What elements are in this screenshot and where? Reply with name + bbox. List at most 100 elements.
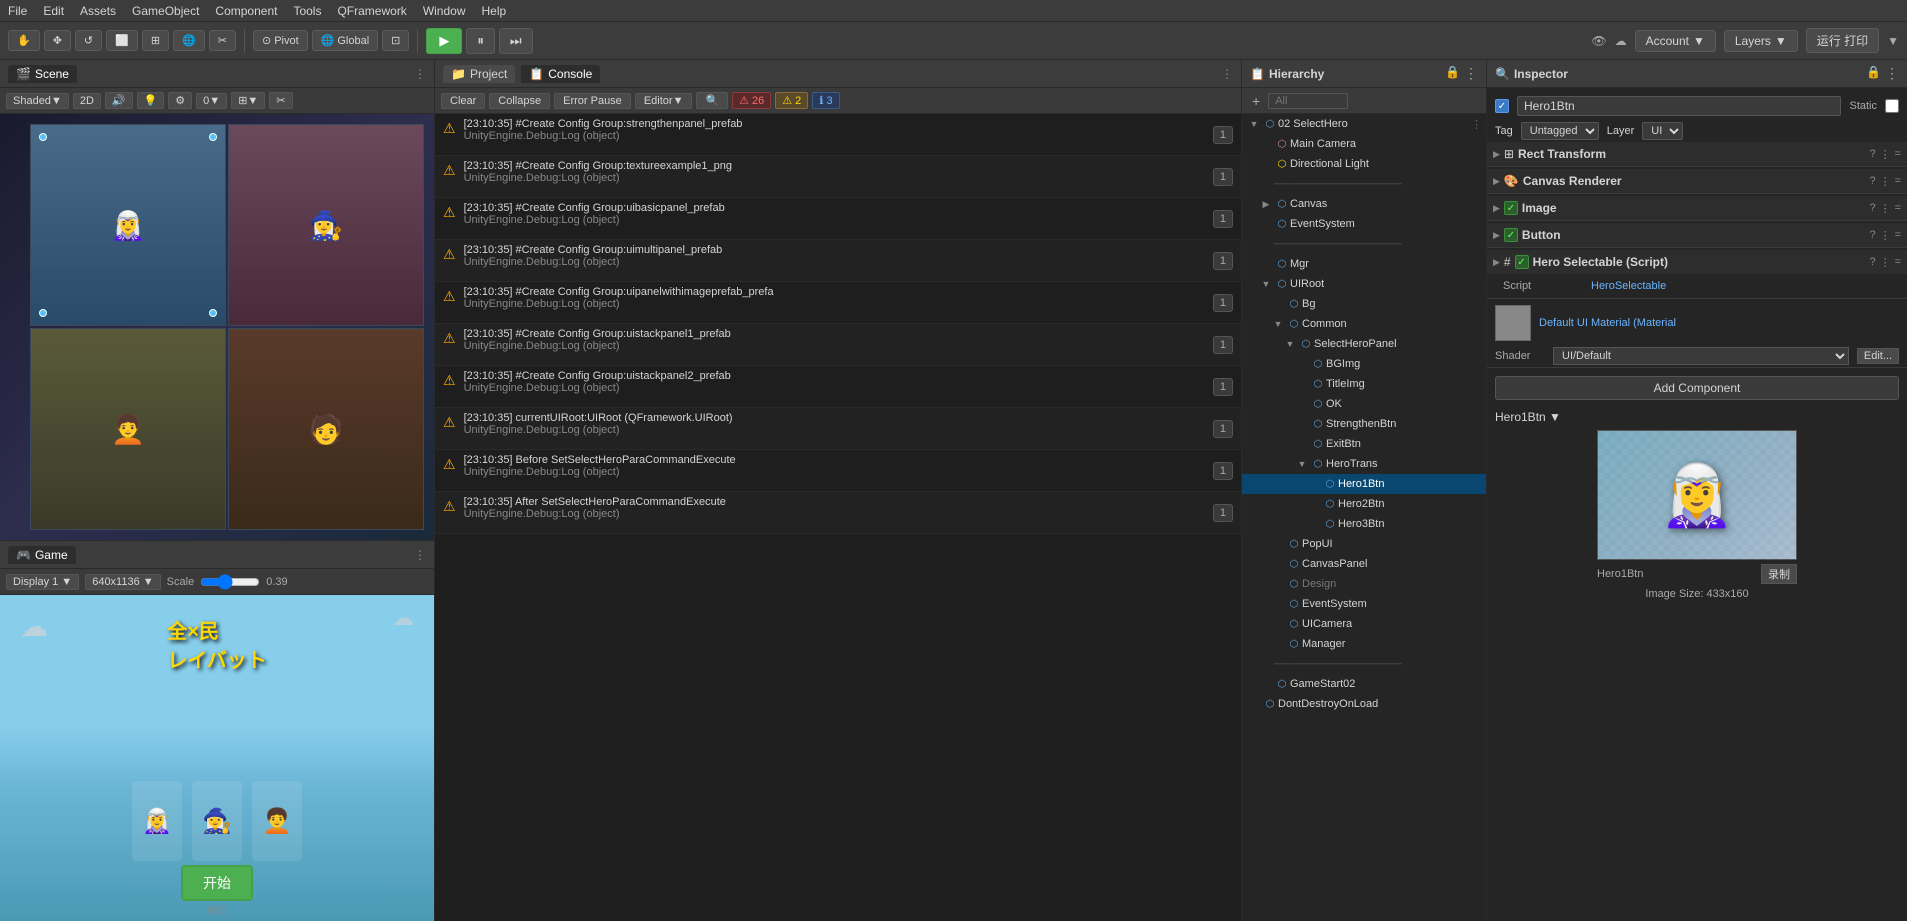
hero-selectable-header[interactable]: ▶ # ✓ Hero Selectable (Script) ? ⋮ =	[1487, 250, 1907, 274]
hierarchy-item-19[interactable]: ⬡ Hero3Btn	[1242, 514, 1486, 534]
hero-selectable-help-icon[interactable]: ?	[1869, 256, 1875, 269]
hierarchy-item-10[interactable]: ▼ ⬡ SelectHeroPanel	[1242, 334, 1486, 354]
error-pause-button[interactable]: Error Pause	[554, 93, 631, 109]
hierarchy-item-4[interactable]: ⬡ EventSystem	[1242, 214, 1486, 234]
global-button[interactable]: 🌐 Global	[312, 30, 379, 51]
hierarchy-add-button[interactable]: +	[1248, 93, 1264, 109]
canvas-renderer-help-icon[interactable]: ?	[1869, 175, 1875, 188]
hierarchy-item-23[interactable]: ⬡ EventSystem	[1242, 594, 1486, 614]
handle-br[interactable]	[209, 309, 217, 317]
menu-assets[interactable]: Assets	[80, 4, 116, 18]
hierarchy-item-25[interactable]: ⬡ Manager	[1242, 634, 1486, 654]
hierarchy-more-icon[interactable]: ⋮	[1464, 65, 1478, 82]
error-badge[interactable]: ⚠ 26	[732, 92, 771, 109]
canvas-renderer-header[interactable]: ▶ 🎨 Canvas Renderer ? ⋮ =	[1487, 169, 1907, 193]
hierarchy-item-0[interactable]: ⬡ Main Camera	[1242, 134, 1486, 154]
tag-select[interactable]: Untagged	[1521, 122, 1599, 140]
edit-shader-button[interactable]: Edit...	[1857, 348, 1899, 364]
game-panel-more[interactable]: ⋮	[414, 548, 426, 562]
account-button[interactable]: Account ▼	[1635, 30, 1716, 52]
handle-tr[interactable]	[209, 133, 217, 141]
menu-file[interactable]: File	[8, 4, 27, 18]
hierarchy-item-9[interactable]: ▼ ⬡ Common	[1242, 314, 1486, 334]
run-print-button[interactable]: 运行 打印	[1806, 28, 1879, 53]
hierarchy-item-21[interactable]: ⬡ CanvasPanel	[1242, 554, 1486, 574]
rect-transform-settings-icon[interactable]: =	[1895, 148, 1901, 161]
pivot-button[interactable]: ⊙ Pivot	[253, 30, 308, 51]
pause-button[interactable]: ⏸	[466, 28, 495, 54]
image-enabled-toggle[interactable]: ✓	[1504, 201, 1518, 215]
search-console-button[interactable]: 🔍	[696, 92, 728, 109]
inspector-more-icon[interactable]: ⋮	[1885, 65, 1899, 82]
hierarchy-item-27[interactable]: ⬡ GameStart02	[1242, 674, 1486, 694]
hierarchy-item-18[interactable]: ⬡ Hero2Btn	[1242, 494, 1486, 514]
record-button[interactable]: 录制	[1761, 564, 1797, 584]
play-button[interactable]: ▶	[426, 28, 462, 54]
rect-transform-menu-icon[interactable]: ⋮	[1880, 148, 1891, 161]
button-settings-icon[interactable]: =	[1895, 229, 1901, 242]
image-header[interactable]: ▶ ✓ Image ? ⋮ =	[1487, 196, 1907, 220]
console-entry-8[interactable]: ⚠ [23:10:35] Before SetSelectHeroParaCom…	[435, 450, 1241, 492]
lighting-toggle[interactable]: 💡	[137, 92, 165, 109]
image-settings-icon[interactable]: =	[1895, 202, 1901, 215]
collapse-button[interactable]: Collapse	[489, 93, 550, 109]
button-menu-icon[interactable]: ⋮	[1880, 229, 1891, 242]
hierarchy-item-3[interactable]: ▶ ⬡ Canvas	[1242, 194, 1486, 214]
hierarchy-item-17[interactable]: ⬡ Hero1Btn	[1242, 474, 1486, 494]
console-entry-0[interactable]: ⚠ [23:10:35] #Create Config Group:streng…	[435, 114, 1241, 156]
hierarchy-item-6[interactable]: ⬡ Mgr	[1242, 254, 1486, 274]
hierarchy-item-14[interactable]: ⬡ StrengthenBtn	[1242, 414, 1486, 434]
hero-selectable-toggle[interactable]: ✓	[1515, 255, 1529, 269]
hierarchy-item-26[interactable]: ──────────────────	[1242, 654, 1486, 674]
hierarchy-item-2[interactable]: ──────────────────	[1242, 174, 1486, 194]
console-entry-3[interactable]: ⚠ [23:10:35] #Create Config Group:uimult…	[435, 240, 1241, 282]
shaded-dropdown[interactable]: Shaded▼	[6, 93, 69, 109]
display-dropdown[interactable]: Display 1 ▼	[6, 574, 79, 590]
rotate-tool-button[interactable]: ↺	[75, 30, 102, 51]
hierarchy-item-22[interactable]: ⬡ Design	[1242, 574, 1486, 594]
menu-help[interactable]: Help	[482, 4, 507, 18]
console-entry-1[interactable]: ⚠ [23:10:35] #Create Config Group:textur…	[435, 156, 1241, 198]
hero-selectable-settings-icon[interactable]: =	[1895, 256, 1901, 269]
hierarchy-lock-icon[interactable]: 🔒	[1445, 65, 1460, 82]
menu-gameobject[interactable]: GameObject	[132, 4, 199, 18]
object-name-input[interactable]	[1517, 96, 1841, 116]
layer-select[interactable]: UI	[1642, 122, 1683, 140]
rect-transform-help-icon[interactable]: ?	[1869, 148, 1875, 161]
add-component-button[interactable]: Add Component	[1495, 376, 1899, 400]
step-button[interactable]: ⏭	[499, 28, 533, 54]
root-more-icon[interactable]: ⋮	[1471, 118, 1482, 131]
script-link[interactable]: HeroSelectable	[1591, 280, 1666, 292]
hand-tool-button[interactable]: ✋	[8, 30, 40, 51]
material-link[interactable]: Default UI Material (Material	[1539, 317, 1676, 329]
hierarchy-root[interactable]: ▼ ⬡ 02 SelectHero ⋮	[1242, 114, 1486, 134]
menu-edit[interactable]: Edit	[43, 4, 64, 18]
scene-cut-button[interactable]: ✂	[269, 92, 292, 109]
project-tab[interactable]: 📁 Project	[443, 65, 515, 83]
console-tab[interactable]: 📋 Console	[521, 65, 600, 83]
hierarchy-item-28[interactable]: ⬡ DontDestroyOnLoad	[1242, 694, 1486, 714]
hierarchy-item-15[interactable]: ⬡ ExitBtn	[1242, 434, 1486, 454]
transform-tool-button[interactable]: 🌐	[173, 30, 205, 51]
image-help-icon[interactable]: ?	[1869, 202, 1875, 215]
button-header[interactable]: ▶ ✓ Button ? ⋮ =	[1487, 223, 1907, 247]
hierarchy-item-11[interactable]: ⬡ BGImg	[1242, 354, 1486, 374]
handle-tl[interactable]	[39, 133, 47, 141]
hierarchy-item-20[interactable]: ⬡ PopUI	[1242, 534, 1486, 554]
warn-badge[interactable]: ⚠ 2	[775, 92, 808, 109]
menu-window[interactable]: Window	[423, 4, 466, 18]
image-menu-icon[interactable]: ⋮	[1880, 202, 1891, 215]
console-entry-7[interactable]: ⚠ [23:10:35] currentUIRoot:UIRoot (QFram…	[435, 408, 1241, 450]
gizmos-button[interactable]: 0▼	[196, 93, 227, 109]
hierarchy-search-input[interactable]	[1268, 93, 1348, 109]
audio-toggle[interactable]: 🔊	[105, 92, 133, 109]
hierarchy-item-16[interactable]: ▼ ⬡ HeroTrans	[1242, 454, 1486, 474]
canvas-renderer-settings-icon[interactable]: =	[1895, 175, 1901, 188]
button-enabled-toggle[interactable]: ✓	[1504, 228, 1518, 242]
hierarchy-item-24[interactable]: ⬡ UICamera	[1242, 614, 1486, 634]
console-entry-2[interactable]: ⚠ [23:10:35] #Create Config Group:uibasi…	[435, 198, 1241, 240]
scale-slider[interactable]	[200, 574, 260, 590]
menu-qframework[interactable]: QFramework	[337, 4, 406, 18]
shader-select[interactable]: UI/Default	[1553, 347, 1849, 365]
console-panel-more[interactable]: ⋮	[1221, 67, 1233, 81]
